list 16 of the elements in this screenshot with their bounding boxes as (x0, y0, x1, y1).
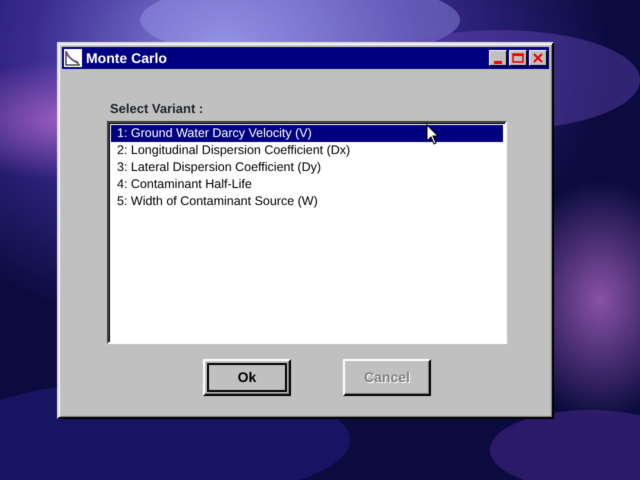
dialog-button[interactable]: Ok (203, 358, 291, 396)
app-icon (64, 49, 82, 67)
list-item[interactable]: 5: Width of Contaminant Source (W) (111, 192, 503, 210)
list-item[interactable]: 2: Longitudinal Dispersion Coefficient (Dx) (111, 142, 503, 158)
list-item[interactable]: 4: Contaminant Half-Life (111, 176, 503, 192)
list-item[interactable]: 1: Ground Water Darcy Velocity (V) (111, 124, 503, 142)
minimize-button[interactable] (489, 50, 507, 66)
minimize-icon (494, 60, 502, 64)
close-icon (533, 53, 543, 63)
maximize-button[interactable] (509, 50, 527, 66)
list-label: Select Variant : (110, 100, 204, 118)
close-button[interactable] (529, 50, 547, 66)
cursor-icon (426, 124, 440, 146)
list-item[interactable]: 3: Lateral Dispersion Coefficient (Dy) (111, 158, 503, 176)
window-title: Monte Carlo (86, 48, 167, 68)
maximize-icon (512, 53, 524, 63)
